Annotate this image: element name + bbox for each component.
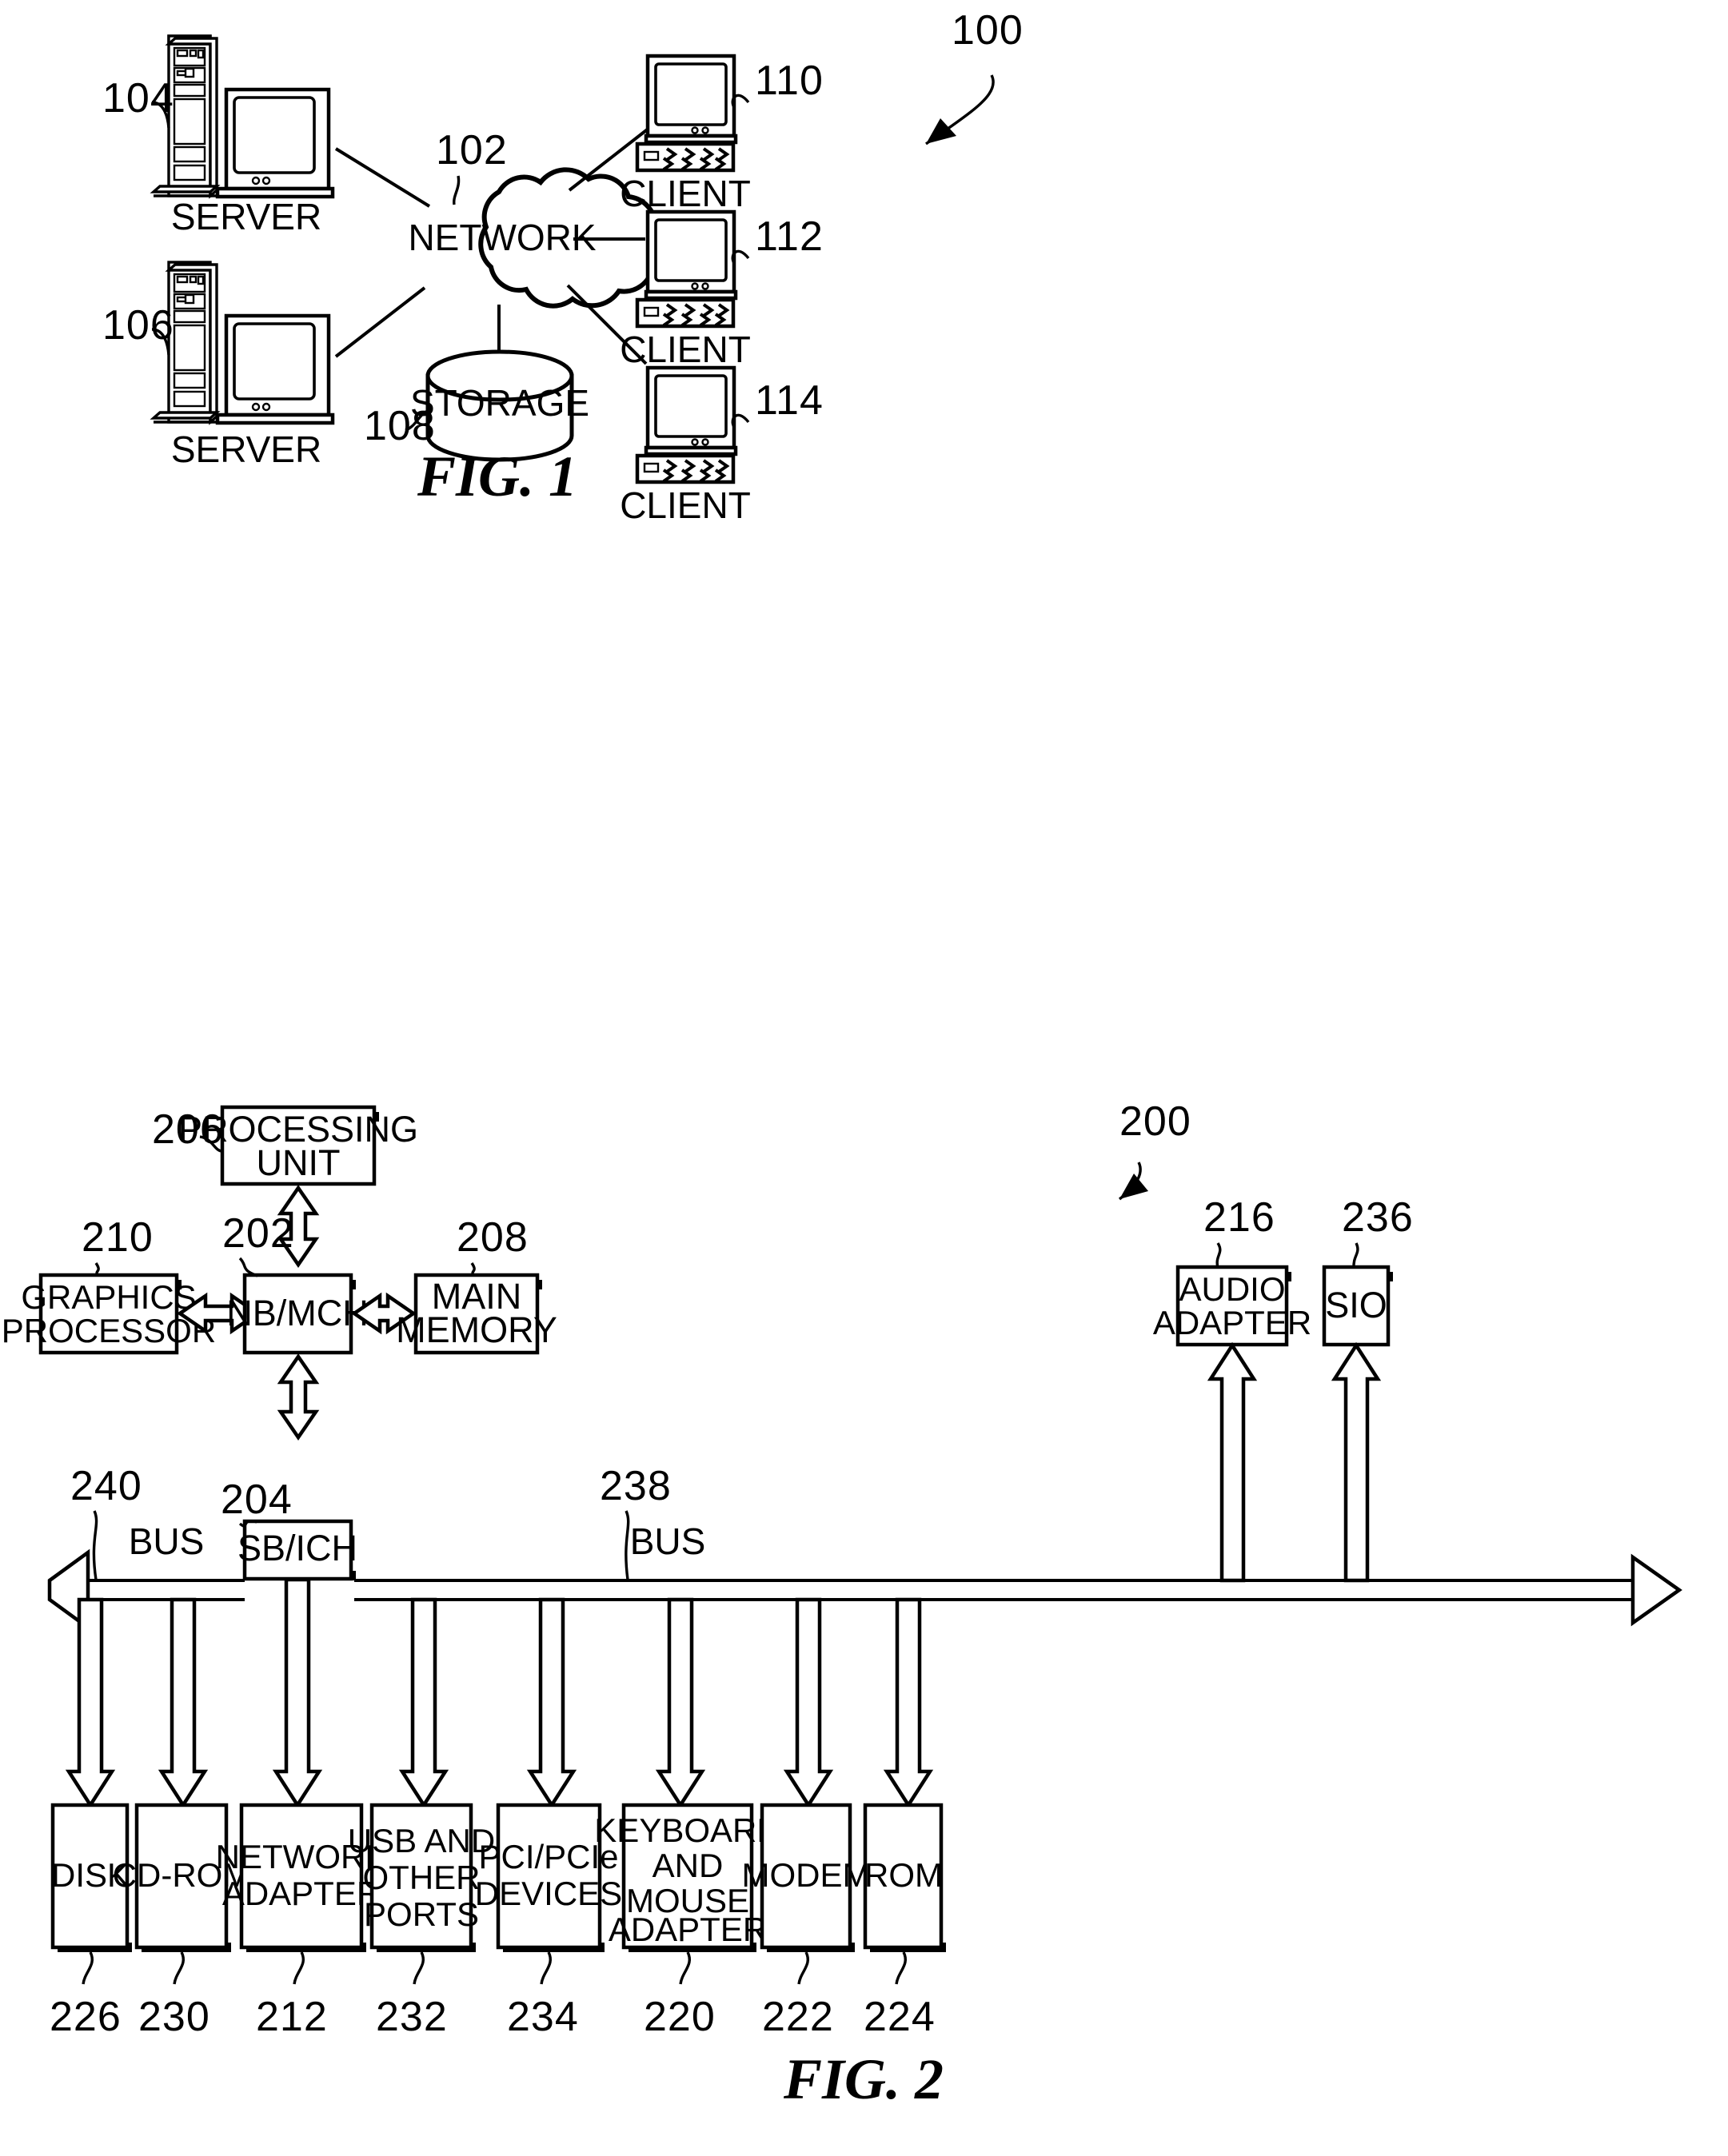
- ref-206: 206: [152, 1106, 223, 1153]
- ref-212: 212: [256, 1951, 328, 2040]
- usb-ports-label-line-0: USB AND: [348, 1822, 495, 1859]
- ref-202: 202: [222, 1210, 294, 1277]
- client-110-label: CLIENT: [620, 173, 751, 214]
- nb-mch-label: NB/MCH: [226, 1293, 369, 1333]
- ref-216: 216: [1203, 1194, 1275, 1269]
- fig2-system-ref: 200: [1119, 1098, 1191, 1145]
- svg-text:220: 220: [644, 1994, 716, 2040]
- block-rom: ROM: [863, 1803, 946, 1952]
- graphics-processor-label-line-0: GRAPHICS: [21, 1278, 196, 1316]
- svg-text:224: 224: [864, 1994, 936, 2040]
- svg-text:234: 234: [507, 1994, 579, 2040]
- svg-text:222: 222: [762, 1994, 834, 2040]
- ref-112: 112: [731, 213, 824, 264]
- svg-text:BUS: BUS: [129, 1520, 205, 1562]
- figure-1: NETWORK 102 STORAGE 108 SERVER 104 SERVE…: [102, 34, 995, 526]
- svg-text:108: 108: [364, 403, 436, 449]
- server-106: SERVER: [150, 261, 335, 470]
- audio-adapter-label-line-0: AUDIO: [1179, 1270, 1285, 1308]
- svg-text:240: 240: [70, 1463, 142, 1509]
- block-main-memory: MAIN MEMORY: [396, 1273, 557, 1355]
- kbd-mouse-label-line-0: KEYBOARD: [594, 1811, 780, 1849]
- patent-drawing-sheet: NETWORK 102 STORAGE 108 SERVER 104 SERVE…: [2, 7, 1682, 2111]
- bus-drop-arrows: [65, 1597, 934, 1809]
- main-memory-label-line-1: MEMORY: [396, 1309, 557, 1350]
- sb-ich-label: SB/ICH: [237, 1528, 357, 1568]
- figure-2-caption: FIG. 2: [783, 2047, 944, 2111]
- server-106-label: SERVER: [171, 428, 321, 470]
- svg-text:210: 210: [82, 1214, 154, 1261]
- svg-text:112: 112: [755, 213, 824, 260]
- block-sio: SIO: [1322, 1265, 1393, 1347]
- block-sb-ich: SB/ICH: [237, 1519, 357, 1581]
- svg-text:114: 114: [755, 377, 824, 424]
- svg-text:110: 110: [755, 58, 824, 104]
- storage-cylinder: STORAGE: [410, 349, 589, 462]
- ref-106: 106: [102, 302, 174, 356]
- client-114-label: CLIENT: [620, 484, 751, 526]
- system-ref-100: [925, 74, 995, 145]
- bus-up-arrows: [1207, 1341, 1382, 1583]
- ref-220: 220: [644, 1951, 716, 2040]
- ref-208: 208: [457, 1214, 529, 1277]
- pci-devices-label-line-1: DEVICES: [475, 1875, 622, 1912]
- device-row: DISK 226 CD-ROM 230 NETWORK ADAPTER 212 …: [50, 1803, 946, 2040]
- ref-230: 230: [138, 1951, 210, 2040]
- figure-2: PROCESSING UNIT 206 GRAPHICS PROCESSOR 2…: [2, 1105, 1682, 2111]
- block-nb-mch: NB/MCH: [226, 1273, 369, 1355]
- svg-text:BUS: BUS: [630, 1520, 706, 1562]
- server-104: SERVER: [150, 34, 335, 237]
- block-modem: MODEM: [742, 1803, 871, 1952]
- svg-text:230: 230: [138, 1994, 210, 2040]
- client-112-label: CLIENT: [620, 329, 751, 370]
- arrow-sbich-down: [272, 1577, 323, 1809]
- ref-222: 222: [762, 1951, 834, 2040]
- svg-text:102: 102: [436, 127, 508, 173]
- server-104-label: SERVER: [171, 196, 321, 237]
- ref-204: 204: [221, 1477, 293, 1528]
- ref-232: 232: [376, 1951, 448, 2040]
- arrow-nbmch-sbich: [277, 1353, 320, 1441]
- block-usb-ports: USB AND OTHER PORTS: [348, 1803, 495, 1952]
- kbd-mouse-label-line-3: ADAPTER: [609, 1911, 767, 1948]
- figure-1-caption: FIG. 1: [417, 444, 577, 508]
- rom-label: ROM: [864, 1856, 943, 1894]
- ref-234: 234: [507, 1951, 579, 2040]
- ref-110: 110: [731, 58, 824, 108]
- svg-text:204: 204: [221, 1477, 293, 1523]
- ref-114: 114: [731, 377, 824, 428]
- block-audio-adapter: AUDIO ADAPTER: [1153, 1265, 1311, 1347]
- network-label: NETWORK: [408, 217, 596, 258]
- modem-label: MODEM: [742, 1856, 871, 1894]
- bus-label-right: BUS: [630, 1520, 706, 1562]
- usb-ports-label-line-2: PORTS: [364, 1895, 479, 1933]
- sio-label: SIO: [1325, 1285, 1387, 1325]
- bus-label-left: BUS: [129, 1520, 205, 1562]
- svg-text:106: 106: [102, 302, 174, 349]
- client-114: CLIENT: [620, 365, 751, 526]
- ref-226: 226: [50, 1951, 122, 2040]
- storage-label: STORAGE: [410, 382, 589, 424]
- ref-224: 224: [864, 1951, 936, 2040]
- svg-text:202: 202: [222, 1210, 294, 1257]
- fig1-system-ref: 100: [952, 7, 1024, 54]
- svg-text:208: 208: [457, 1214, 529, 1261]
- audio-adapter-label-line-1: ADAPTER: [1153, 1304, 1311, 1341]
- network-adapter-label-line-1: ADAPTER: [222, 1875, 381, 1912]
- svg-text:104: 104: [102, 75, 174, 122]
- system-ref-200: [1118, 1162, 1148, 1201]
- svg-text:236: 236: [1342, 1194, 1414, 1241]
- ref-236: 236: [1342, 1194, 1414, 1269]
- kbd-mouse-label-line-1: AND: [652, 1847, 724, 1884]
- processing-unit-label-line-1: UNIT: [257, 1142, 341, 1183]
- usb-ports-label-line-1: OTHER: [363, 1859, 481, 1896]
- svg-text:226: 226: [50, 1994, 122, 2040]
- ref-108: 108: [364, 403, 436, 449]
- svg-text:238: 238: [600, 1463, 672, 1509]
- svg-text:212: 212: [256, 1994, 328, 2040]
- ref-210: 210: [82, 1214, 154, 1277]
- svg-text:216: 216: [1203, 1194, 1275, 1241]
- svg-text:232: 232: [376, 1994, 448, 2040]
- ref-104: 104: [102, 75, 174, 129]
